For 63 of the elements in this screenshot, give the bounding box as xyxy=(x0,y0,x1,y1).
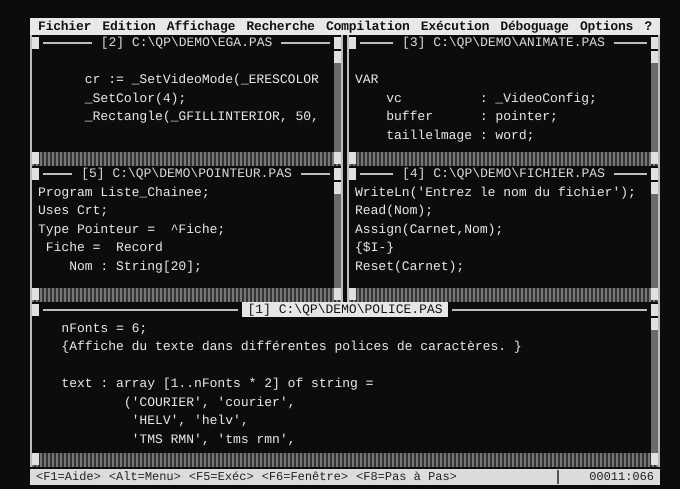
shortcut-hint: <F6=Fenêtre> xyxy=(262,470,348,484)
window-title: [1] C:\QP\DEMO\POLICE.PAS xyxy=(242,302,448,317)
close-box-icon[interactable] xyxy=(349,168,356,180)
close-box-icon[interactable] xyxy=(349,36,356,48)
vertical-scrollbar[interactable] xyxy=(651,50,658,152)
code-line: {Affiche du texte dans différentes polices de caractères. } xyxy=(60,338,523,356)
window-title: [2] C:\QP\DEMO\EGA.PAS xyxy=(100,35,274,50)
code-line: vc : _VideoConfig; xyxy=(385,90,598,108)
code-line: WriteLn('Entrez le nom du fichier'); xyxy=(355,184,637,202)
menu-item[interactable]: Exécution xyxy=(420,18,490,34)
editor-window[interactable]: [3] C:\QP\DEMO\ANIMATE.PAS VAR vc : _VideoConfig; buffer : pointer; taillelmage : word; xyxy=(347,34,660,166)
menu-item[interactable]: Déboguage xyxy=(500,18,569,34)
horizontal-scrollbar[interactable] xyxy=(349,152,658,166)
code-line: Uses Crt; xyxy=(38,202,110,220)
shortcut-hint: <F8=Pas à Pas> xyxy=(356,470,457,484)
code-line: 'HELV', 'helv', xyxy=(130,412,250,430)
close-box-icon[interactable] xyxy=(32,304,39,316)
close-box-icon[interactable] xyxy=(32,168,39,180)
code-line: cr := _SetVideoMode(_ERESCOLOR xyxy=(84,71,320,89)
menu-item[interactable]: ? xyxy=(644,18,652,34)
code-line: Type Pointeur = ^Fiche; xyxy=(38,220,226,238)
code-line: Reset(Carnet); xyxy=(355,258,466,276)
horizontal-scrollbar[interactable] xyxy=(32,152,341,166)
code-line: Fiche = Record xyxy=(44,239,164,257)
vertical-scrollbar[interactable] xyxy=(334,50,341,152)
menu-item[interactable]: Fichier xyxy=(38,18,92,34)
menu-item[interactable]: Options xyxy=(580,18,634,34)
editor-window[interactable]: [4] C:\QP\DEMO\FICHIER.PAS WriteLn('Entrez le nom du fichier'); Read(Nom); Assign(Carnet,Nom); {$I-} Reset(Carnet); xyxy=(347,166,660,302)
window-title: [3] C:\QP\DEMO\ANIMATE.PAS xyxy=(401,35,606,50)
horizontal-scrollbar[interactable] xyxy=(32,288,341,302)
code-line: ('COURIER', 'courier', xyxy=(122,394,296,412)
code-line: _SetColor(4); xyxy=(84,90,188,108)
code-line: taillelmage : word; xyxy=(385,126,536,144)
editor-window[interactable]: [2] C:\QP\DEMO\EGA.PAS cr := _SetVideoMode(_ERESCOLOR _SetColor(4); _Rectangle(_GFILLINTERIOR, 50, xyxy=(30,34,343,166)
menu-item[interactable]: Recherche xyxy=(246,18,315,34)
vertical-scrollbar[interactable] xyxy=(334,182,341,288)
shortcut-hint: <F5=Exéc> xyxy=(188,470,254,484)
window-title: [5] C:\QP\DEMO\POINTEUR.PAS xyxy=(80,166,293,181)
code-line: nFonts = 6; xyxy=(60,320,148,338)
code-line: buffer : pointer; xyxy=(385,108,559,126)
code-line: Nom : String[20]; xyxy=(68,258,203,276)
vertical-scrollbar[interactable] xyxy=(651,318,658,452)
vertical-scrollbar[interactable] xyxy=(651,182,658,288)
horizontal-scrollbar[interactable] xyxy=(349,288,658,302)
cursor-position: 00011:066 xyxy=(557,470,654,484)
horizontal-scrollbar[interactable] xyxy=(32,452,658,466)
code-line: Program Liste_Chainee; xyxy=(38,184,211,202)
menu-item[interactable]: Edition xyxy=(102,18,156,34)
editor-window[interactable]: [5] C:\QP\DEMO\POINTEUR.PAS Program Liste_Chainee; Uses Crt; Type Pointeur = ^Fiche; Fiche = Record Nom : String[20]; xyxy=(30,166,343,302)
close-box-icon[interactable] xyxy=(32,36,39,48)
code-line: Read(Nom); xyxy=(355,202,434,220)
code-line: Assign(Carnet,Nom); xyxy=(355,220,504,238)
code-line: 'TMS RMN', 'tms rmn', xyxy=(130,430,296,448)
shortcut-hint: <F1=Aide> xyxy=(36,470,101,484)
menu-item[interactable]: Affichage xyxy=(166,18,236,34)
menu-item[interactable]: Compilation xyxy=(326,18,410,34)
code-line: VAR xyxy=(355,71,380,89)
window-title: [4] C:\QP\DEMO\FICHIER.PAS xyxy=(401,166,606,181)
editor-window[interactable]: [1] C:\QP\DEMO\POLICE.PAS nFonts = 6; {Affiche du texte dans différentes polices de caractères. } text : array [1..nFonts * 2] of string = ('COURIER', 'courier', 'HELV', 'helv', 'TMS RMN', 'tms rmn', xyxy=(30,302,660,466)
code-line: _Rectangle(_GFILLINTERIOR, 50, xyxy=(84,108,320,126)
code-line: {$I-} xyxy=(355,239,396,257)
shortcut-hint: <Alt=Menu> xyxy=(108,470,181,484)
code-line: text : array [1..nFonts * 2] of string = xyxy=(60,375,374,393)
